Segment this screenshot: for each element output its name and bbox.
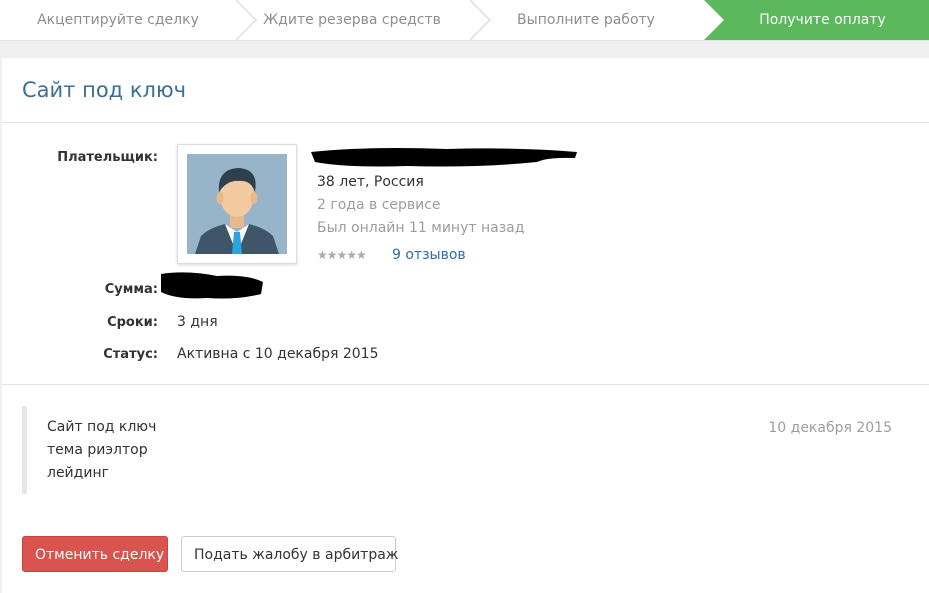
payer-last-online: Был онлайн 11 минут назад xyxy=(317,220,525,236)
payer-service-time: 2 года в сервисе xyxy=(317,197,441,213)
step-label: Ждите резерва средств xyxy=(263,12,441,28)
step-active-notch xyxy=(704,0,724,40)
step-label: Получите оплату xyxy=(759,12,886,28)
arbitration-complaint-button[interactable]: Подать жалобу в арбитраж xyxy=(181,536,398,572)
user-avatar-icon xyxy=(187,154,287,254)
redacted-payer-name xyxy=(311,148,577,167)
cancel-deal-button[interactable]: Отменить сделку xyxy=(22,536,168,572)
payer-avatar[interactable] xyxy=(177,144,297,264)
step-accept-deal: Акцептируйте сделку xyxy=(0,0,236,40)
payer-age-country: 38 лет, Россия xyxy=(317,174,424,190)
reviews-link[interactable]: 9 отзывов xyxy=(392,247,466,263)
page-title: Сайт под ключ xyxy=(22,78,187,102)
status-value: Активна с 10 декабря 2015 xyxy=(177,346,379,362)
step-await-reserve: Ждите резерва средств xyxy=(236,0,468,40)
deal-card: Сайт под ключ Плательщик: 38 лет, Россия… xyxy=(2,58,929,593)
deal-progress-steps: Акцептируйте сделку Ждите резерва средст… xyxy=(0,0,929,41)
message-line: тема риэлтор xyxy=(47,442,148,458)
message-line: лейдинг xyxy=(47,465,109,481)
step-label: Акцептируйте сделку xyxy=(37,12,199,28)
amount-label: Сумма: xyxy=(104,282,158,297)
payer-label: Плательщик: xyxy=(57,150,158,165)
rating-stars-icon: ★★★★★ xyxy=(317,248,367,262)
terms-value: 3 дня xyxy=(177,314,218,330)
redacted-amount xyxy=(161,272,263,299)
status-label: Статус: xyxy=(103,347,158,362)
title-divider xyxy=(2,122,929,123)
message-quote-bar xyxy=(22,406,27,494)
step-do-work: Выполните работу xyxy=(468,0,704,40)
message-line: Сайт под ключ xyxy=(47,419,157,435)
step-label: Выполните работу xyxy=(517,12,655,28)
details-divider xyxy=(2,384,929,385)
terms-label: Сроки: xyxy=(107,315,158,330)
step-get-payment: Получите оплату xyxy=(704,0,929,40)
message-date: 10 декабря 2015 xyxy=(768,420,892,436)
